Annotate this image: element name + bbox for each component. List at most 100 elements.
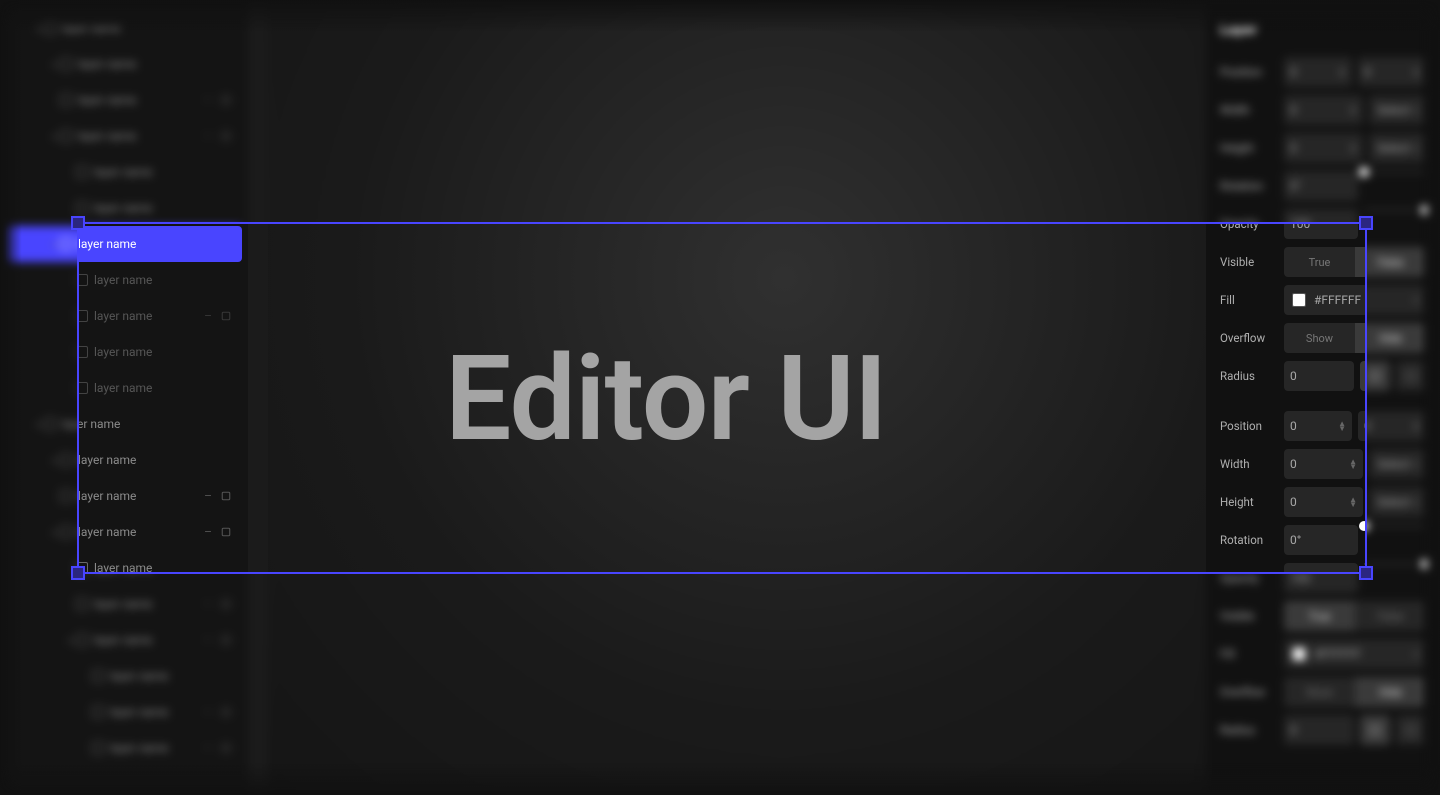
chevron-right-icon[interactable]: ▸ bbox=[50, 456, 60, 465]
toggle-opt[interactable]: Hide bbox=[1355, 677, 1426, 707]
chevron-right-icon[interactable]: ▸ bbox=[34, 420, 44, 429]
toggle-opt[interactable]: True bbox=[1284, 247, 1355, 277]
chevron-right-icon[interactable]: ▸ bbox=[34, 24, 44, 33]
toggle-opt[interactable]: True bbox=[1284, 601, 1355, 631]
layer-type-icon bbox=[60, 94, 72, 106]
lock-toggle-icon[interactable] bbox=[220, 526, 232, 538]
unit-select[interactable]: Select▾ bbox=[1369, 487, 1426, 517]
layer-row[interactable]: ▸layer name– bbox=[6, 514, 242, 550]
segmented-toggle[interactable]: Show Hide bbox=[1284, 323, 1426, 353]
lock-toggle-icon[interactable] bbox=[220, 598, 232, 610]
chevron-right-icon[interactable]: ▸ bbox=[50, 60, 60, 69]
number-input[interactable]: 0▲▼ bbox=[1284, 133, 1363, 163]
layer-row[interactable]: layer name bbox=[6, 370, 242, 406]
layer-row[interactable]: ▸layer name bbox=[6, 406, 242, 442]
layer-row[interactable]: ▸layer name– bbox=[6, 622, 242, 658]
unit-select[interactable]: Select▾ bbox=[1369, 133, 1426, 163]
number-input[interactable]: 0▲▼ bbox=[1284, 449, 1363, 479]
chevron-right-icon[interactable]: ▸ bbox=[66, 636, 76, 645]
visibility-toggle-icon[interactable]: – bbox=[202, 598, 214, 610]
lock-toggle-icon[interactable] bbox=[220, 94, 232, 106]
chevron-right-icon[interactable]: ▸ bbox=[50, 240, 60, 249]
number-input[interactable]: 100 bbox=[1284, 563, 1358, 593]
layer-row[interactable]: layer name bbox=[6, 262, 242, 298]
visibility-toggle-icon[interactable]: – bbox=[202, 742, 214, 754]
number-input[interactable]: 0▲▼ bbox=[1284, 57, 1352, 87]
toggle-opt[interactable]: Show bbox=[1284, 323, 1355, 353]
layer-row[interactable]: layer name bbox=[6, 550, 242, 586]
layer-row[interactable]: ▸layer name bbox=[6, 46, 242, 82]
toggle-opt[interactable]: False bbox=[1355, 247, 1426, 277]
visibility-toggle-icon[interactable]: – bbox=[202, 490, 214, 502]
number-input[interactable]: 0▲▼ bbox=[1284, 95, 1363, 125]
segmented-toggle[interactable]: True False bbox=[1284, 601, 1426, 631]
layer-label: layer name bbox=[94, 309, 202, 323]
number-input[interactable]: 0▲▼ bbox=[1284, 411, 1352, 441]
toggle-opt[interactable]: Hide bbox=[1355, 323, 1426, 353]
layer-row[interactable]: layer name– bbox=[6, 82, 242, 118]
lock-toggle-icon[interactable] bbox=[220, 706, 232, 718]
radius-mode-uniform-icon[interactable] bbox=[1360, 361, 1390, 391]
layer-row[interactable]: layer name– bbox=[6, 478, 242, 514]
visibility-toggle-icon[interactable]: – bbox=[202, 310, 214, 322]
layer-label: layer name bbox=[110, 741, 202, 755]
layer-type-icon bbox=[76, 346, 88, 358]
layer-row[interactable]: layer name bbox=[6, 658, 242, 694]
artboard[interactable] bbox=[268, 0, 1206, 795]
layer-row[interactable]: layer name bbox=[6, 154, 242, 190]
radius-mode-individual-icon[interactable] bbox=[1396, 361, 1426, 391]
number-input[interactable]: 0▲▼ bbox=[1358, 411, 1426, 441]
toggle-opt[interactable]: Show bbox=[1284, 677, 1355, 707]
number-input[interactable]: 0° bbox=[1284, 525, 1358, 555]
visibility-toggle-icon[interactable]: – bbox=[202, 526, 214, 538]
visibility-toggle-icon[interactable]: – bbox=[202, 706, 214, 718]
slider[interactable] bbox=[1364, 525, 1426, 527]
layer-row[interactable]: ▸ layer name bbox=[6, 442, 242, 478]
visibility-toggle-icon[interactable]: – bbox=[202, 634, 214, 646]
layer-row[interactable]: layer name– bbox=[6, 298, 242, 334]
unit-select[interactable]: Select▾ bbox=[1369, 95, 1426, 125]
color-input[interactable]: #FFFFFF▾ bbox=[1284, 639, 1426, 669]
chevron-right-icon[interactable]: ▸ bbox=[50, 528, 60, 537]
lock-toggle-icon[interactable] bbox=[220, 742, 232, 754]
layer-row-selected[interactable]: ▸layer name bbox=[6, 226, 242, 262]
lock-toggle-icon[interactable] bbox=[220, 490, 232, 502]
color-input[interactable]: #FFFFFF▾ bbox=[1284, 285, 1426, 315]
layer-type-icon bbox=[60, 238, 72, 250]
layer-label: layer name bbox=[110, 669, 242, 683]
slider[interactable] bbox=[1364, 171, 1426, 173]
number-input[interactable]: 0 bbox=[1284, 361, 1354, 391]
number-input[interactable]: 0 bbox=[1284, 715, 1354, 745]
visibility-toggle-icon[interactable]: – bbox=[202, 130, 214, 142]
toggle-opt[interactable]: False bbox=[1355, 601, 1426, 631]
layer-label: layer name bbox=[78, 453, 242, 467]
layer-row[interactable]: layer name bbox=[6, 334, 242, 370]
layer-row[interactable]: layer name– bbox=[6, 586, 242, 622]
unit-select[interactable]: Select▾ bbox=[1369, 449, 1426, 479]
number-input[interactable]: 0° bbox=[1284, 171, 1358, 201]
slider[interactable] bbox=[1364, 209, 1426, 211]
radius-mode-uniform-icon[interactable] bbox=[1360, 715, 1390, 745]
radius-mode-individual-icon[interactable] bbox=[1396, 715, 1426, 745]
segmented-toggle[interactable]: True False bbox=[1284, 247, 1426, 277]
layer-row[interactable]: ▸ layer name– bbox=[6, 118, 242, 154]
layer-row[interactable]: layer name bbox=[6, 190, 242, 226]
segmented-toggle[interactable]: Show Hide bbox=[1284, 677, 1426, 707]
chevron-right-icon[interactable]: ▸ bbox=[50, 132, 60, 141]
layer-row[interactable]: layer name– bbox=[6, 730, 242, 766]
layer-row[interactable]: layer name– bbox=[6, 694, 242, 730]
layer-type-icon bbox=[92, 742, 104, 754]
lock-toggle-icon[interactable] bbox=[220, 310, 232, 322]
layer-label: layer name bbox=[94, 201, 242, 215]
number-input[interactable]: 0▲▼ bbox=[1284, 487, 1363, 517]
number-input[interactable]: 0▲▼ bbox=[1358, 57, 1426, 87]
slider[interactable] bbox=[1364, 563, 1426, 565]
canvas-area[interactable] bbox=[248, 0, 1206, 795]
layer-row[interactable]: ▸layer name bbox=[6, 10, 242, 46]
layer-label: layer name bbox=[78, 129, 202, 143]
lock-toggle-icon[interactable] bbox=[220, 634, 232, 646]
layer-label: layer name bbox=[110, 705, 202, 719]
lock-toggle-icon[interactable] bbox=[220, 130, 232, 142]
visibility-toggle-icon[interactable]: – bbox=[202, 94, 214, 106]
number-input[interactable]: 100 bbox=[1284, 209, 1358, 239]
